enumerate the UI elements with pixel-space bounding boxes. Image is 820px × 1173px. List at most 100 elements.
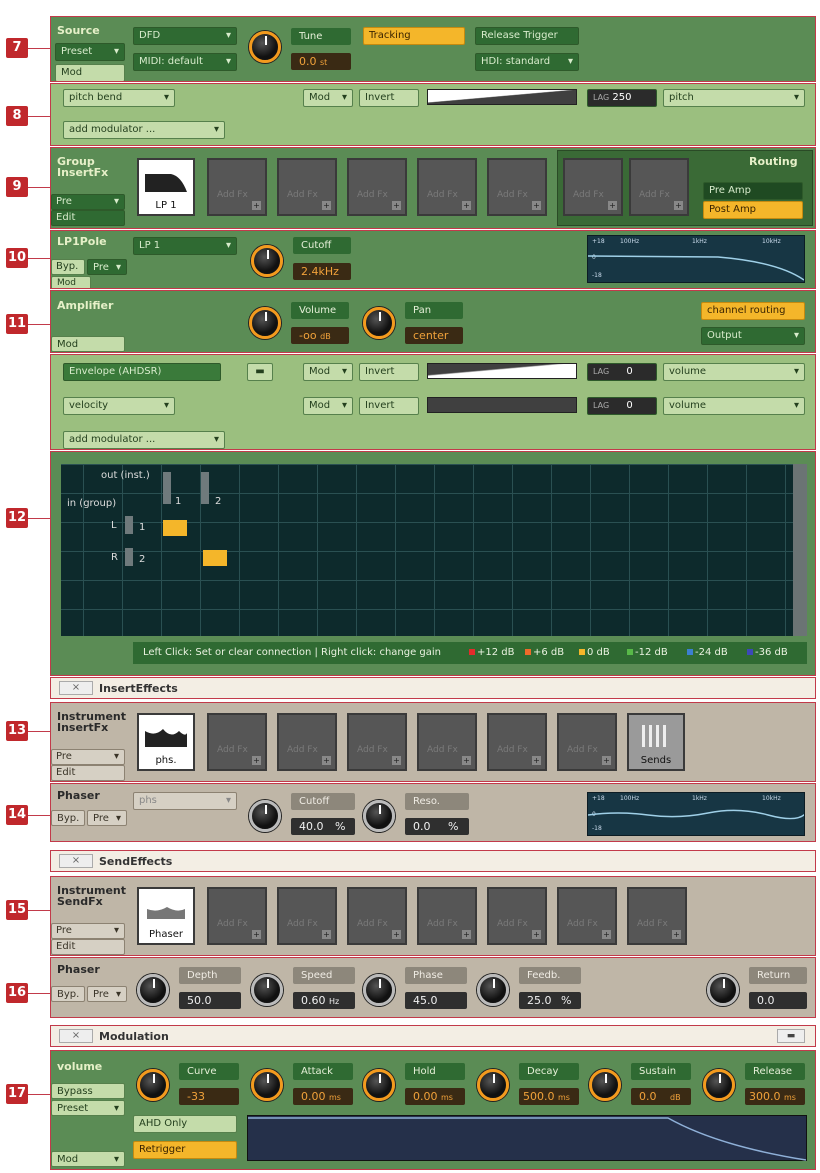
invert-toggle[interactable]: Invert	[359, 89, 419, 107]
cutoff-value[interactable]: 40.0 %	[291, 818, 355, 835]
close-icon[interactable]: ×	[59, 681, 93, 695]
decay-knob[interactable]	[477, 1069, 509, 1101]
send-add-fx-slot[interactable]: Add Fx +	[557, 887, 617, 945]
send-add-fx-slot[interactable]: Add Fx +	[277, 887, 337, 945]
pre-amp-button[interactable]: Pre Amp	[703, 182, 803, 200]
envelope-edit-icon[interactable]: ▬	[247, 363, 273, 381]
curve-value[interactable]: -33	[179, 1088, 239, 1105]
pre-select[interactable]: Pre	[87, 810, 127, 826]
send-add-fx-slot[interactable]: Add Fx +	[627, 887, 687, 945]
preset-menu[interactable]: Preset	[55, 43, 125, 61]
lag-field[interactable]: LAG 250	[587, 89, 657, 107]
tune-knob[interactable]	[249, 31, 281, 63]
mod-button[interactable]: Mod	[51, 276, 91, 288]
retrigger-button[interactable]: Retrigger	[133, 1141, 237, 1159]
attack-knob[interactable]	[251, 1069, 283, 1101]
send-effects-tab[interactable]: × SendEffects	[50, 850, 816, 872]
preset-select[interactable]: Preset	[51, 1100, 125, 1116]
group-add-fx-slot[interactable]: Add Fx +	[207, 158, 267, 216]
return-value[interactable]: 0.0	[749, 992, 807, 1009]
inst-fx-edit-button[interactable]: Edit	[51, 765, 125, 781]
depth-value[interactable]: 50.0	[179, 992, 241, 1009]
tune-value[interactable]: 0.0 st	[291, 53, 351, 70]
send-add-fx-slot[interactable]: Add Fx +	[347, 887, 407, 945]
fx-slot-lp1[interactable]: LP 1	[137, 158, 195, 216]
group-add-fx-slot[interactable]: Add Fx +	[347, 158, 407, 216]
sustain-knob[interactable]	[589, 1069, 621, 1101]
mod-mode-select[interactable]: Mod	[303, 89, 353, 107]
mod-mode-select[interactable]: Mod	[303, 397, 353, 415]
envelope-amount-slider[interactable]	[427, 363, 577, 379]
feedback-value[interactable]: 25.0 %	[519, 992, 581, 1009]
bypass-button[interactable]: Byp.	[51, 986, 85, 1002]
pre-select[interactable]: Pre	[87, 259, 127, 275]
speed-value[interactable]: 0.60 Hz	[293, 992, 355, 1009]
send-fx-pre-select[interactable]: Pre	[51, 923, 125, 939]
connection-L-1[interactable]	[163, 520, 187, 536]
close-icon[interactable]: ×	[59, 1029, 93, 1043]
group-add-fx-slot[interactable]: Add Fx +	[563, 158, 623, 216]
velocity-source-select[interactable]: velocity	[63, 397, 175, 415]
insert-effects-tab[interactable]: × InsertEffects	[50, 677, 816, 699]
mod-button[interactable]: Mod	[51, 336, 125, 352]
fx-slot-phaser[interactable]: phs.	[137, 713, 195, 771]
invert-toggle[interactable]: Invert	[359, 397, 419, 415]
filter-type-select[interactable]: LP 1	[133, 237, 237, 255]
add-modulator-button[interactable]: add modulator ...	[63, 121, 225, 139]
depth-knob[interactable]	[137, 974, 169, 1006]
sends-slot[interactable]: Sends	[627, 713, 685, 771]
hdi-select[interactable]: HDI: standard	[475, 53, 579, 71]
send-fx-edit-button[interactable]: Edit	[51, 939, 125, 955]
group-fx-pre-select[interactable]: Pre	[51, 194, 125, 210]
target-select[interactable]: volume	[663, 363, 805, 381]
decay-value[interactable]: 500.0 ms	[519, 1088, 579, 1105]
volume-value[interactable]: -oo dB	[291, 327, 349, 344]
output-select[interactable]: Output	[701, 327, 805, 345]
pitchbend-source-select[interactable]: pitch bend	[63, 89, 175, 107]
send-add-fx-slot[interactable]: Add Fx +	[207, 887, 267, 945]
inst-add-fx-slot[interactable]: Add Fx +	[417, 713, 477, 771]
post-amp-button[interactable]: Post Amp	[703, 201, 803, 219]
reso-value[interactable]: 0.0 %	[405, 818, 469, 835]
target-select[interactable]: volume	[663, 397, 805, 415]
modulation-tab[interactable]: × Modulation ▬	[50, 1025, 816, 1047]
pan-value[interactable]: center	[405, 327, 463, 344]
bypass-button[interactable]: Bypass	[51, 1083, 125, 1099]
source-mode-select[interactable]: DFD	[133, 27, 237, 45]
cutoff-value[interactable]: 2.4kHz	[293, 263, 351, 280]
release-trigger-button[interactable]: Release Trigger	[475, 27, 579, 45]
midi-select[interactable]: MIDI: default	[133, 53, 237, 71]
target-select[interactable]: pitch	[663, 89, 805, 107]
return-knob[interactable]	[707, 974, 739, 1006]
add-modulator-button[interactable]: add modulator ...	[63, 431, 225, 449]
fx-slot-phaser[interactable]: Phaser	[137, 887, 195, 945]
phase-knob[interactable]	[363, 974, 395, 1006]
lag-field[interactable]: LAG 0	[587, 397, 657, 415]
envelope-display[interactable]	[247, 1115, 807, 1161]
inst-add-fx-slot[interactable]: Add Fx +	[207, 713, 267, 771]
inst-add-fx-slot[interactable]: Add Fx +	[347, 713, 407, 771]
group-add-fx-slot[interactable]: Add Fx +	[277, 158, 337, 216]
connection-R-2[interactable]	[203, 550, 227, 566]
bypass-button[interactable]: Byp.	[51, 259, 85, 275]
matrix-scrollbar[interactable]	[793, 464, 807, 636]
feedback-knob[interactable]	[477, 974, 509, 1006]
pre-select[interactable]: Pre	[87, 986, 127, 1002]
inst-add-fx-slot[interactable]: Add Fx +	[557, 713, 617, 771]
hold-value[interactable]: 0.00 ms	[405, 1088, 465, 1105]
inst-add-fx-slot[interactable]: Add Fx +	[277, 713, 337, 771]
hold-knob[interactable]	[363, 1069, 395, 1101]
collapse-icon[interactable]: ▬	[777, 1029, 805, 1043]
reso-knob[interactable]	[363, 800, 395, 832]
group-fx-edit-button[interactable]: Edit	[51, 210, 125, 226]
curve-knob[interactable]	[137, 1069, 169, 1101]
group-add-fx-slot[interactable]: Add Fx +	[487, 158, 547, 216]
cutoff-knob[interactable]	[251, 245, 283, 277]
pan-knob[interactable]	[363, 307, 395, 339]
channel-routing-button[interactable]: channel routing	[701, 302, 805, 320]
attack-value[interactable]: 0.00 ms	[293, 1088, 353, 1105]
cutoff-knob[interactable]	[249, 800, 281, 832]
inst-add-fx-slot[interactable]: Add Fx +	[487, 713, 547, 771]
group-add-fx-slot[interactable]: Add Fx +	[629, 158, 689, 216]
group-add-fx-slot[interactable]: Add Fx +	[417, 158, 477, 216]
